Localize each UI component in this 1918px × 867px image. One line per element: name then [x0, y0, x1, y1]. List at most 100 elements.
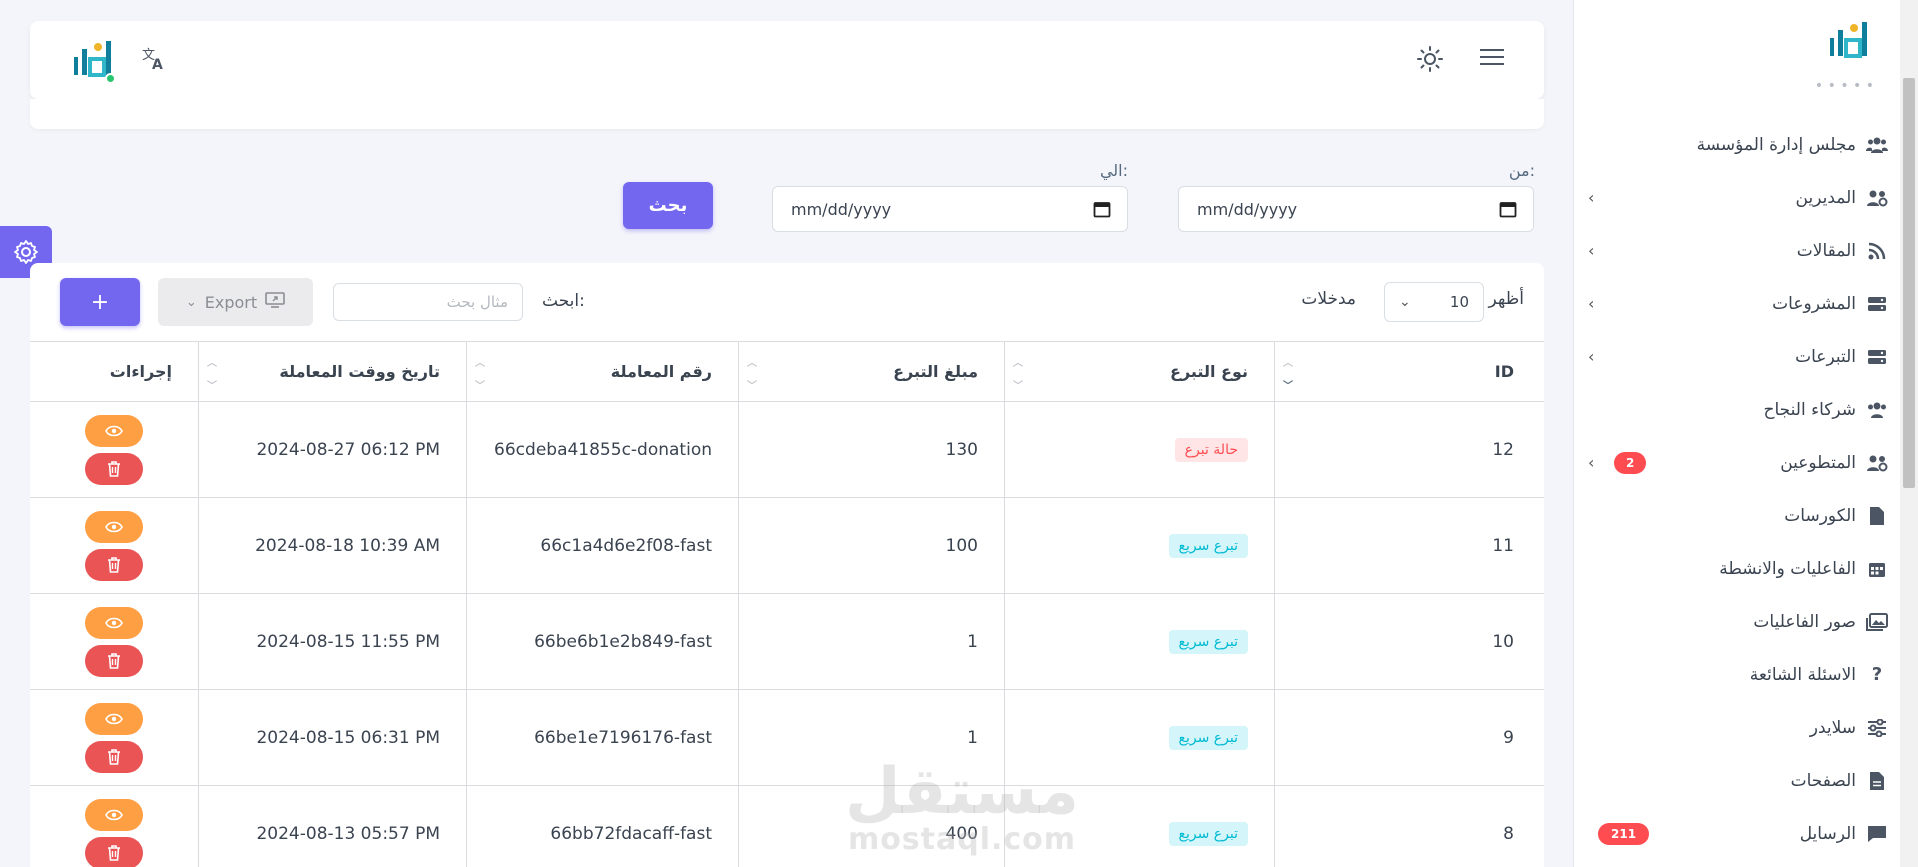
date-search-button[interactable]: بحث — [623, 182, 713, 229]
theme-toggle-sun-icon[interactable] — [1416, 45, 1444, 73]
cell-text: 100 — [945, 535, 978, 556]
view-button[interactable] — [85, 798, 143, 831]
table-search-input[interactable]: مثال بحث — [333, 283, 523, 321]
cell-date: 2024-08-15 11:55 PM — [198, 594, 466, 689]
chevron-left-icon: ‹ — [1588, 294, 1595, 313]
delete-button[interactable] — [85, 548, 143, 581]
from-date-label: من: — [1508, 161, 1535, 180]
view-button[interactable] — [85, 510, 143, 543]
sidebar-item-label: الرسايل — [1799, 823, 1856, 844]
cell-amount: 130 — [738, 402, 1004, 497]
sort-icon[interactable]: ︿ ﹀ — [207, 354, 217, 392]
cell-type: حالة تبرع — [1004, 402, 1274, 497]
page-length-value: 10 — [1449, 293, 1469, 311]
cell-text: 8 — [1503, 823, 1514, 844]
sidebar-item-messages[interactable]: الرسايل 211 — [1588, 807, 1888, 860]
sort-icon[interactable]: ︿ ﹀ — [1013, 354, 1023, 392]
sidebar-item-events[interactable]: الفاعليات والانشطة — [1588, 542, 1888, 595]
sidebar-item-label: سلايدر — [1809, 717, 1856, 738]
trash-icon — [108, 460, 120, 477]
cell-actions — [30, 690, 198, 785]
view-button[interactable] — [85, 414, 143, 447]
donations-card: أظهر 10 ⌄ مدخلات + ⌄ Export مثال بحث ابح… — [30, 263, 1544, 867]
eye-icon — [105, 521, 123, 532]
cell-text: 2024-08-18 10:39 AM — [255, 535, 440, 556]
delete-button[interactable] — [85, 452, 143, 485]
sidebar-menu: مجلس إدارة المؤسسة المديرين ‹ المقالات ‹… — [1588, 118, 1888, 860]
images-icon — [1866, 611, 1888, 633]
translate-icon[interactable]: 文A — [140, 45, 168, 73]
volunteers-count-badge: 2 — [1614, 451, 1647, 474]
calendar-icon[interactable] — [1499, 200, 1517, 218]
sidebar-cut-off-item: • • • • • — [1814, 78, 1874, 94]
users-gear-icon — [1866, 452, 1888, 474]
sidebar-item-donations[interactable]: التبرعات ‹ — [1588, 330, 1888, 383]
eye-icon — [105, 617, 123, 628]
column-header-id[interactable]: ID ︿ ﹀ — [1274, 342, 1544, 401]
sidebar-scrollbar[interactable] — [1900, 0, 1918, 867]
menu-toggle-icon[interactable] — [1480, 47, 1504, 67]
sidebar-item-pages[interactable]: الصفحات — [1588, 754, 1888, 807]
column-header-amount[interactable]: مبلغ التبرع ︿ ﹀ — [738, 342, 1004, 401]
watermark-arabic: مستقل — [844, 755, 1080, 829]
cell-date: 2024-08-15 06:31 PM — [198, 690, 466, 785]
sidebar-item-event-photos[interactable]: صور الفاعليات — [1588, 595, 1888, 648]
show-entries-label: أظهر — [1488, 289, 1524, 309]
sidebar-item-articles[interactable]: المقالات ‹ — [1588, 224, 1888, 277]
header-label: نوع التبرع — [1170, 362, 1248, 381]
trash-icon — [108, 844, 120, 861]
file-icon — [1866, 770, 1888, 792]
sidebar-item-label: شركاء النجاح — [1763, 399, 1856, 420]
sort-icon[interactable]: ︿ ﹀ — [475, 354, 485, 392]
table-row: 9 تبرع سريع 1 66be1e7196176-fast 2024-08… — [30, 689, 1544, 785]
sidebar-item-courses[interactable]: الكورسات — [1588, 489, 1888, 542]
export-button[interactable]: ⌄ Export — [158, 278, 313, 326]
cell-text: 66c1a4d6e2f08-fast — [540, 535, 712, 556]
sidebar-item-managers[interactable]: المديرين ‹ — [1588, 171, 1888, 224]
column-header-transaction[interactable]: رقم المعاملة ︿ ﹀ — [466, 342, 738, 401]
chevron-left-icon: ‹ — [1588, 347, 1595, 366]
to-date-input[interactable]: mm/dd/yyyy — [772, 186, 1128, 232]
sidebar-item-partners[interactable]: شركاء النجاح — [1588, 383, 1888, 436]
cell-date: 2024-08-18 10:39 AM — [198, 498, 466, 593]
cell-transaction: 66c1a4d6e2f08-fast — [466, 498, 738, 593]
cell-amount: 100 — [738, 498, 1004, 593]
sidebar-item-projects[interactable]: المشروعات ‹ — [1588, 277, 1888, 330]
view-button[interactable] — [85, 702, 143, 735]
scrollbar-thumb[interactable] — [1903, 78, 1915, 488]
table-row: 12 حالة تبرع 130 66cdeba41855c-donation … — [30, 401, 1544, 497]
delete-button[interactable] — [85, 740, 143, 773]
sort-icon[interactable]: ︿ ﹀ — [747, 354, 757, 392]
sidebar-logo[interactable] — [1824, 18, 1874, 66]
trash-icon — [108, 748, 120, 765]
table-row: 10 تبرع سريع 1 66be6b1e2b849-fast 2024-0… — [30, 593, 1544, 689]
delete-button[interactable] — [85, 644, 143, 677]
cell-text: 2024-08-27 06:12 PM — [256, 439, 440, 460]
calendar-icon[interactable] — [1093, 200, 1111, 218]
column-header-type[interactable]: نوع التبرع ︿ ﹀ — [1004, 342, 1274, 401]
monitor-share-icon — [265, 292, 285, 312]
eye-icon — [105, 713, 123, 724]
column-header-date[interactable]: تاريخ ووقت المعاملة ︿ ﹀ — [198, 342, 466, 401]
page-length-select[interactable]: 10 ⌄ — [1384, 282, 1484, 322]
sidebar-item-slider[interactable]: سلايدر — [1588, 701, 1888, 754]
add-donation-button[interactable]: + — [60, 278, 140, 326]
cell-text: 12 — [1492, 439, 1514, 460]
export-label: Export — [204, 292, 258, 312]
from-date-input[interactable]: mm/dd/yyyy — [1178, 186, 1534, 232]
donations-table: ID ︿ ﹀ نوع التبرع ︿ ﹀ مبلغ التبرع ︿ ﹀ رقم ا… — [30, 341, 1544, 867]
table-row: 8 تبرع سريع 400 66bb72fdacaff-fast 2024-… — [30, 785, 1544, 867]
cell-actions — [30, 786, 198, 867]
question-icon: ? — [1871, 664, 1883, 685]
delete-button[interactable] — [85, 836, 143, 867]
sidebar-item-faq[interactable]: ? الاسئلة الشائعة — [1588, 648, 1888, 701]
cell-text: 1 — [967, 727, 978, 748]
sort-icon[interactable]: ︿ ﹀ — [1283, 354, 1293, 392]
sidebar-item-board[interactable]: مجلس إدارة المؤسسة — [1588, 118, 1888, 171]
cell-id: 12 — [1274, 402, 1544, 497]
view-button[interactable] — [85, 606, 143, 639]
sidebar-item-volunteers[interactable]: المتطوعين 2 ‹ — [1588, 436, 1888, 489]
sidebar-item-label: الصفحات — [1790, 770, 1856, 791]
status-badge: حالة تبرع — [1174, 437, 1248, 462]
cell-text: 1 — [967, 631, 978, 652]
